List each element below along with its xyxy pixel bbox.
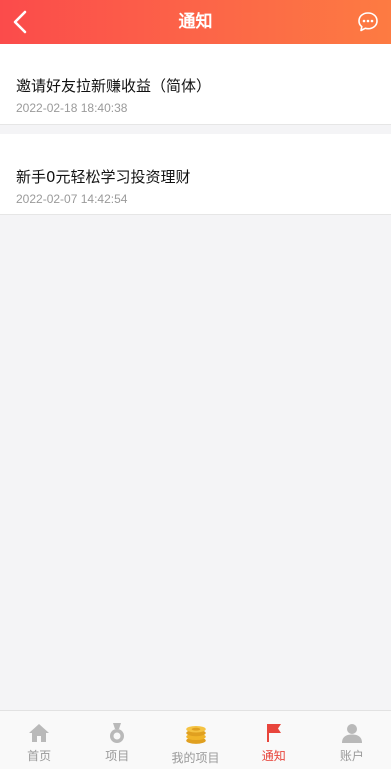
notice-title: 新手0元轻松学习投资理财	[16, 168, 191, 186]
tab-label: 通知	[261, 749, 286, 763]
notice-time: 2022-02-07 14:42:54	[16, 192, 128, 206]
bottom-tab-bar: 首页 项目 我的项目 通知 账户	[0, 710, 391, 769]
coins-icon	[185, 725, 206, 744]
notice-item[interactable]: 邀请好友拉新赚收益（简体） 2022-02-18 18:40:38	[0, 44, 391, 125]
page-title: 通知	[178, 12, 213, 32]
chat-bubble-icon	[358, 12, 378, 32]
chat-button[interactable]	[357, 11, 379, 33]
tab-projects[interactable]: 项目	[78, 711, 156, 769]
tab-home[interactable]: 首页	[0, 711, 78, 769]
tab-my-projects[interactable]: 我的项目	[156, 711, 234, 769]
notice-item[interactable]: 新手0元轻松学习投资理财 2022-02-07 14:42:54	[0, 134, 391, 215]
flag-icon	[266, 724, 281, 742]
notice-time: 2022-02-18 18:40:38	[16, 101, 128, 115]
medal-icon	[110, 723, 125, 743]
tab-label: 账户	[339, 749, 364, 763]
tab-account[interactable]: 账户	[313, 711, 391, 769]
tab-label: 首页	[27, 749, 52, 763]
tab-label: 项目	[105, 749, 130, 763]
app-header: 通知	[0, 0, 391, 44]
tab-notifications[interactable]: 通知	[235, 711, 313, 769]
home-icon	[29, 724, 50, 742]
tab-label: 我的项目	[171, 751, 220, 765]
person-icon	[341, 724, 362, 743]
notice-title: 邀请好友拉新赚收益（简体）	[16, 77, 212, 95]
back-button[interactable]	[6, 6, 38, 38]
chevron-left-icon	[13, 10, 27, 34]
